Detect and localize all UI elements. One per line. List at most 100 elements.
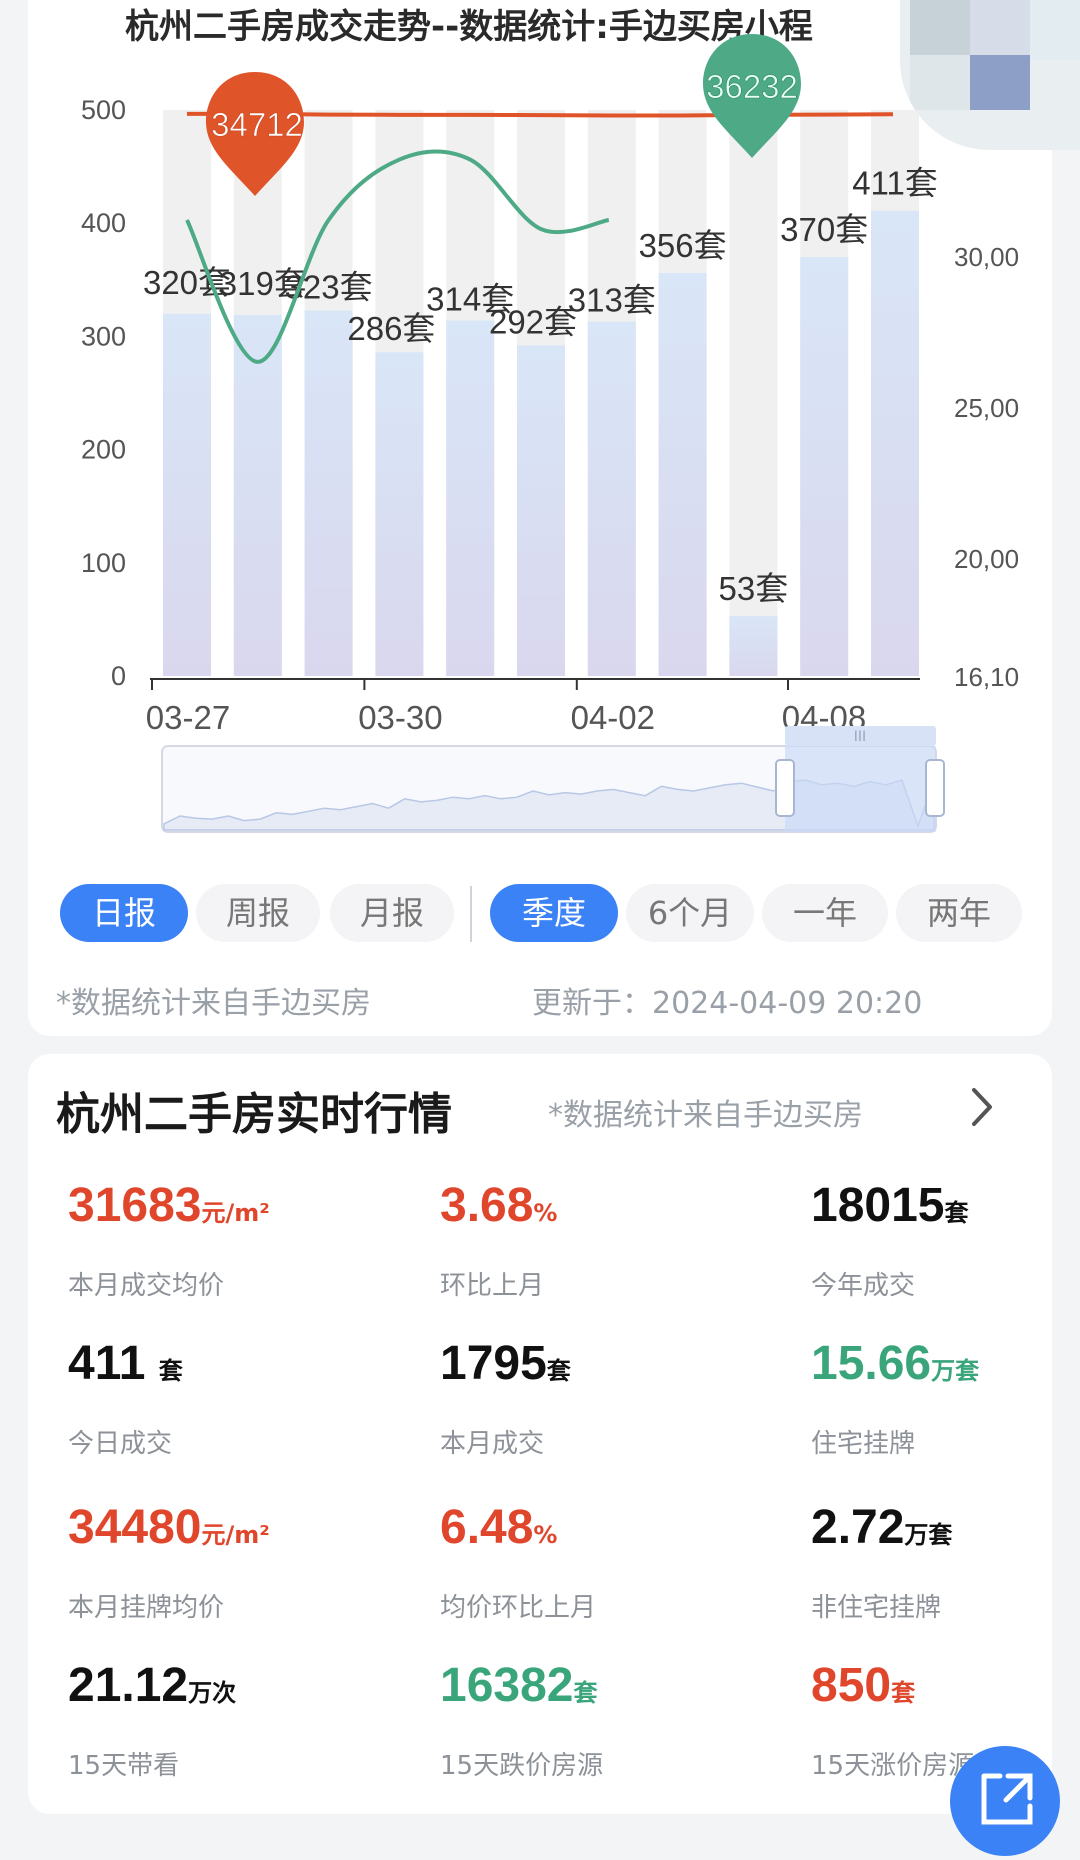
bar-value-label: 411套 xyxy=(852,165,938,202)
x-tick-label: 03-30 xyxy=(358,699,442,736)
stat-label: 15天带看 xyxy=(68,1751,180,1781)
market-source-note: *数据统计来自手边买房 xyxy=(548,1098,863,1133)
stat-value: 16382套 xyxy=(440,1658,760,1721)
stat-number: 16382 xyxy=(440,1659,574,1712)
deal-count-bar[interactable] xyxy=(517,345,565,676)
stat-unit: 套 xyxy=(546,1357,571,1385)
stat-label: 本月成交均价 xyxy=(68,1271,225,1301)
stat-number: 34480 xyxy=(68,1501,202,1554)
max-deal-price-pin[interactable]: 36232 xyxy=(703,34,801,158)
stat-value: 411 套 xyxy=(68,1336,388,1399)
stat-value: 21.12万次 xyxy=(68,1658,388,1721)
y-left-tick-label: 200 xyxy=(81,435,126,465)
stat-unit: 元/m² xyxy=(201,1521,270,1549)
stat-number: 18015 xyxy=(811,1179,945,1232)
slider-right-handle[interactable] xyxy=(925,759,945,817)
stat-label: 今日成交 xyxy=(68,1429,173,1459)
stat-number: 2.72 xyxy=(811,1501,905,1554)
stat-item: 16382套 15天跌价房源 xyxy=(440,1658,760,1782)
y-left-tick-label: 500 xyxy=(81,95,126,125)
tab-divider xyxy=(470,886,472,942)
deal-count-bar[interactable] xyxy=(233,314,282,676)
share-button[interactable] xyxy=(950,1746,1060,1856)
stat-number: 31683 xyxy=(68,1179,202,1232)
bar-value-label: 370套 xyxy=(780,211,868,248)
deal-count-bar[interactable] xyxy=(446,320,495,676)
max-listing-price-pin[interactable]: 34712 xyxy=(206,72,304,196)
deal-count-bar[interactable] xyxy=(658,273,707,676)
stat-item: 31683元/m² 本月成交均价 xyxy=(68,1178,388,1302)
y-left-tick-label: 0 xyxy=(111,661,126,691)
tab-quarter[interactable]: 季度 xyxy=(490,884,618,942)
deal-count-bar[interactable] xyxy=(304,310,353,676)
stat-label: 环比上月 xyxy=(440,1271,545,1301)
stat-item: 15.66万套住宅挂牌 xyxy=(811,1336,1080,1460)
bar-value-label: 292套 xyxy=(489,303,577,340)
max-listing-price-label: 34712 xyxy=(211,106,303,143)
data-zoom-slider[interactable]: III xyxy=(161,726,945,833)
stat-unit: 套 xyxy=(158,1357,183,1385)
stat-item: 6.48% 均价环比上月 xyxy=(440,1500,760,1624)
bar-value-label: 313套 xyxy=(568,282,656,319)
stat-number: 6.48 xyxy=(440,1501,534,1554)
y-left-tick-label: 100 xyxy=(81,548,126,578)
stat-unit: % xyxy=(533,1199,558,1227)
blurred-avatar xyxy=(900,0,1080,150)
tab-1-year[interactable]: 一年 xyxy=(762,884,888,942)
deal-count-bar[interactable] xyxy=(871,210,919,677)
deal-count-bar[interactable] xyxy=(587,321,636,676)
stat-number: 411 xyxy=(68,1337,159,1390)
stat-item: 1795套本月成交 xyxy=(440,1336,760,1460)
stat-item: 411 套今日成交 xyxy=(68,1336,388,1460)
tab-daily[interactable]: 日报 xyxy=(60,884,188,942)
deal-count-bar[interactable] xyxy=(375,352,424,676)
stat-unit: 套 xyxy=(891,1679,916,1707)
stat-unit: 万次 xyxy=(188,1679,237,1707)
share-icon xyxy=(981,1773,1033,1825)
stat-item: 2.72万套非住宅挂牌 xyxy=(811,1500,1080,1624)
stat-unit: 套 xyxy=(573,1679,598,1707)
tab-2-years[interactable]: 两年 xyxy=(896,884,1022,942)
updated-time: 更新于：2024-04-09 20:20 xyxy=(532,986,923,1021)
stat-number: 3.68 xyxy=(440,1179,534,1232)
slider-left-handle[interactable] xyxy=(775,759,795,817)
stat-unit: % xyxy=(533,1521,558,1549)
stat-unit: 套 xyxy=(944,1199,969,1227)
stat-label: 住宅挂牌 xyxy=(811,1429,916,1459)
stat-number: 850 xyxy=(811,1659,892,1712)
stat-value: 18015套 xyxy=(811,1178,1080,1241)
bar-value-label: 286套 xyxy=(347,310,435,347)
stat-item: 18015套 今年成交 xyxy=(811,1178,1080,1302)
stat-value: 3.68% xyxy=(440,1178,760,1241)
stat-item: 3.68% 环比上月 xyxy=(440,1178,760,1302)
stat-unit: 万套 xyxy=(904,1521,953,1549)
deal-count-bar[interactable] xyxy=(163,313,211,676)
slider-grip-label: III xyxy=(854,729,866,745)
y-right-tick-label: 30,00 xyxy=(954,242,1019,272)
market-card: 杭州二手房实时行情 *数据统计来自手边买房 31683元/m² 本月成交均价 3.6… xyxy=(28,1054,1052,1814)
stat-value: 2.72万套 xyxy=(811,1500,1080,1563)
stat-value: 31683元/m² xyxy=(68,1178,388,1241)
tab-6-months[interactable]: 6个月 xyxy=(626,884,754,942)
x-tick-label: 03-27 xyxy=(146,699,230,736)
stat-value: 1795套 xyxy=(440,1336,760,1399)
stat-value: 850套 xyxy=(811,1658,1080,1721)
bar-value-label: 53套 xyxy=(719,570,789,607)
y-right-tick-label: 25,00 xyxy=(954,393,1019,423)
tab-weekly[interactable]: 周报 xyxy=(196,884,320,942)
y-left-tick-label: 400 xyxy=(81,208,126,238)
stat-label: 非住宅挂牌 xyxy=(811,1593,942,1623)
stat-label: 本月成交 xyxy=(440,1429,545,1459)
stat-label: 15天跌价房源 xyxy=(440,1751,604,1781)
deal-count-bar[interactable] xyxy=(729,616,778,676)
tab-monthly[interactable]: 月报 xyxy=(330,884,454,942)
stat-item: 21.12万次 15天带看 xyxy=(68,1658,388,1782)
chevron-right-icon[interactable] xyxy=(964,1086,1000,1128)
stat-value: 15.66万套 xyxy=(811,1336,1080,1399)
deal-count-bar[interactable] xyxy=(800,257,849,676)
chart-title: 杭州二手房成交走势--数据统计:手边买房小程 xyxy=(125,7,813,47)
data-source-note: *数据统计来自手边买房 xyxy=(56,986,371,1021)
bar-value-label: 356套 xyxy=(639,227,727,264)
stat-label: 本月挂牌均价 xyxy=(68,1593,225,1623)
stat-value: 6.48% xyxy=(440,1500,760,1563)
